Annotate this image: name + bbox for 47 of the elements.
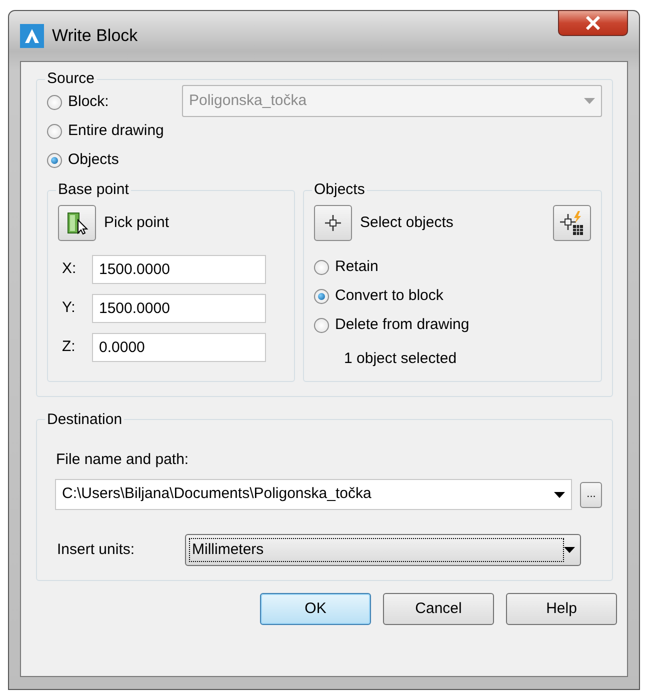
file-path-field[interactable]: C:\Users\Biljana\Documents\Poligonska_točka (55, 479, 572, 510)
coordinate-field[interactable]: 1500.0000 (92, 255, 266, 284)
quick-select-button[interactable] (553, 205, 591, 241)
field-label: File name and path: (56, 450, 190, 470)
group-title: Destination (46, 410, 124, 428)
dialog-button[interactable]: Cancel (383, 593, 494, 625)
coordinate-field[interactable]: 0.0000 (92, 333, 266, 362)
button-label: Pick point (104, 212, 170, 233)
units-dropdown[interactable]: Millimeters (185, 534, 581, 566)
block-dropdown: Poligonska_točka (182, 85, 602, 117)
dialog-button[interactable]: OK (260, 593, 371, 625)
dialog-button[interactable]: Help (506, 593, 617, 625)
radio-button[interactable] (47, 124, 62, 139)
radio-button[interactable] (314, 289, 329, 304)
radio-button[interactable] (314, 260, 329, 275)
radio-label: Retain (335, 257, 378, 278)
close-button[interactable] (558, 10, 628, 36)
app-logo-icon (20, 24, 44, 48)
coordinate-field[interactable]: 1500.0000 (92, 294, 266, 323)
pick-point-button[interactable] (58, 205, 96, 241)
radio-button[interactable] (47, 153, 62, 168)
field-label: Insert units: (57, 540, 136, 560)
group-title: Objects (313, 181, 366, 199)
radio-label: Block: (68, 92, 109, 112)
radio-label: Objects (68, 150, 119, 170)
pick-point-icon (65, 211, 89, 235)
dropdown-caret-icon (564, 547, 575, 553)
dropdown-caret-icon (584, 98, 595, 104)
browse-button[interactable]: ... (580, 482, 602, 508)
radio-button[interactable] (47, 95, 62, 110)
radio-label: Entire drawing (68, 121, 164, 142)
field-label: Y: (61, 298, 76, 318)
field-label: X: (61, 259, 78, 280)
status-text: 1 object selected (344, 349, 458, 369)
radio-label: Convert to block (335, 286, 444, 306)
select-objects-button[interactable] (314, 205, 352, 241)
crosshair-icon (323, 213, 343, 233)
quick-select-icon (559, 210, 585, 236)
radio-button[interactable] (314, 318, 329, 333)
radio-label: Delete from drawing (335, 315, 470, 336)
button-label: Select objects (360, 212, 454, 233)
group-title: Base point (57, 181, 130, 199)
field-label: Z: (61, 337, 76, 358)
window-title: Write Block (52, 25, 138, 47)
group-title: Source (46, 70, 96, 88)
dropdown-caret-icon (554, 492, 566, 498)
close-icon (585, 16, 601, 30)
